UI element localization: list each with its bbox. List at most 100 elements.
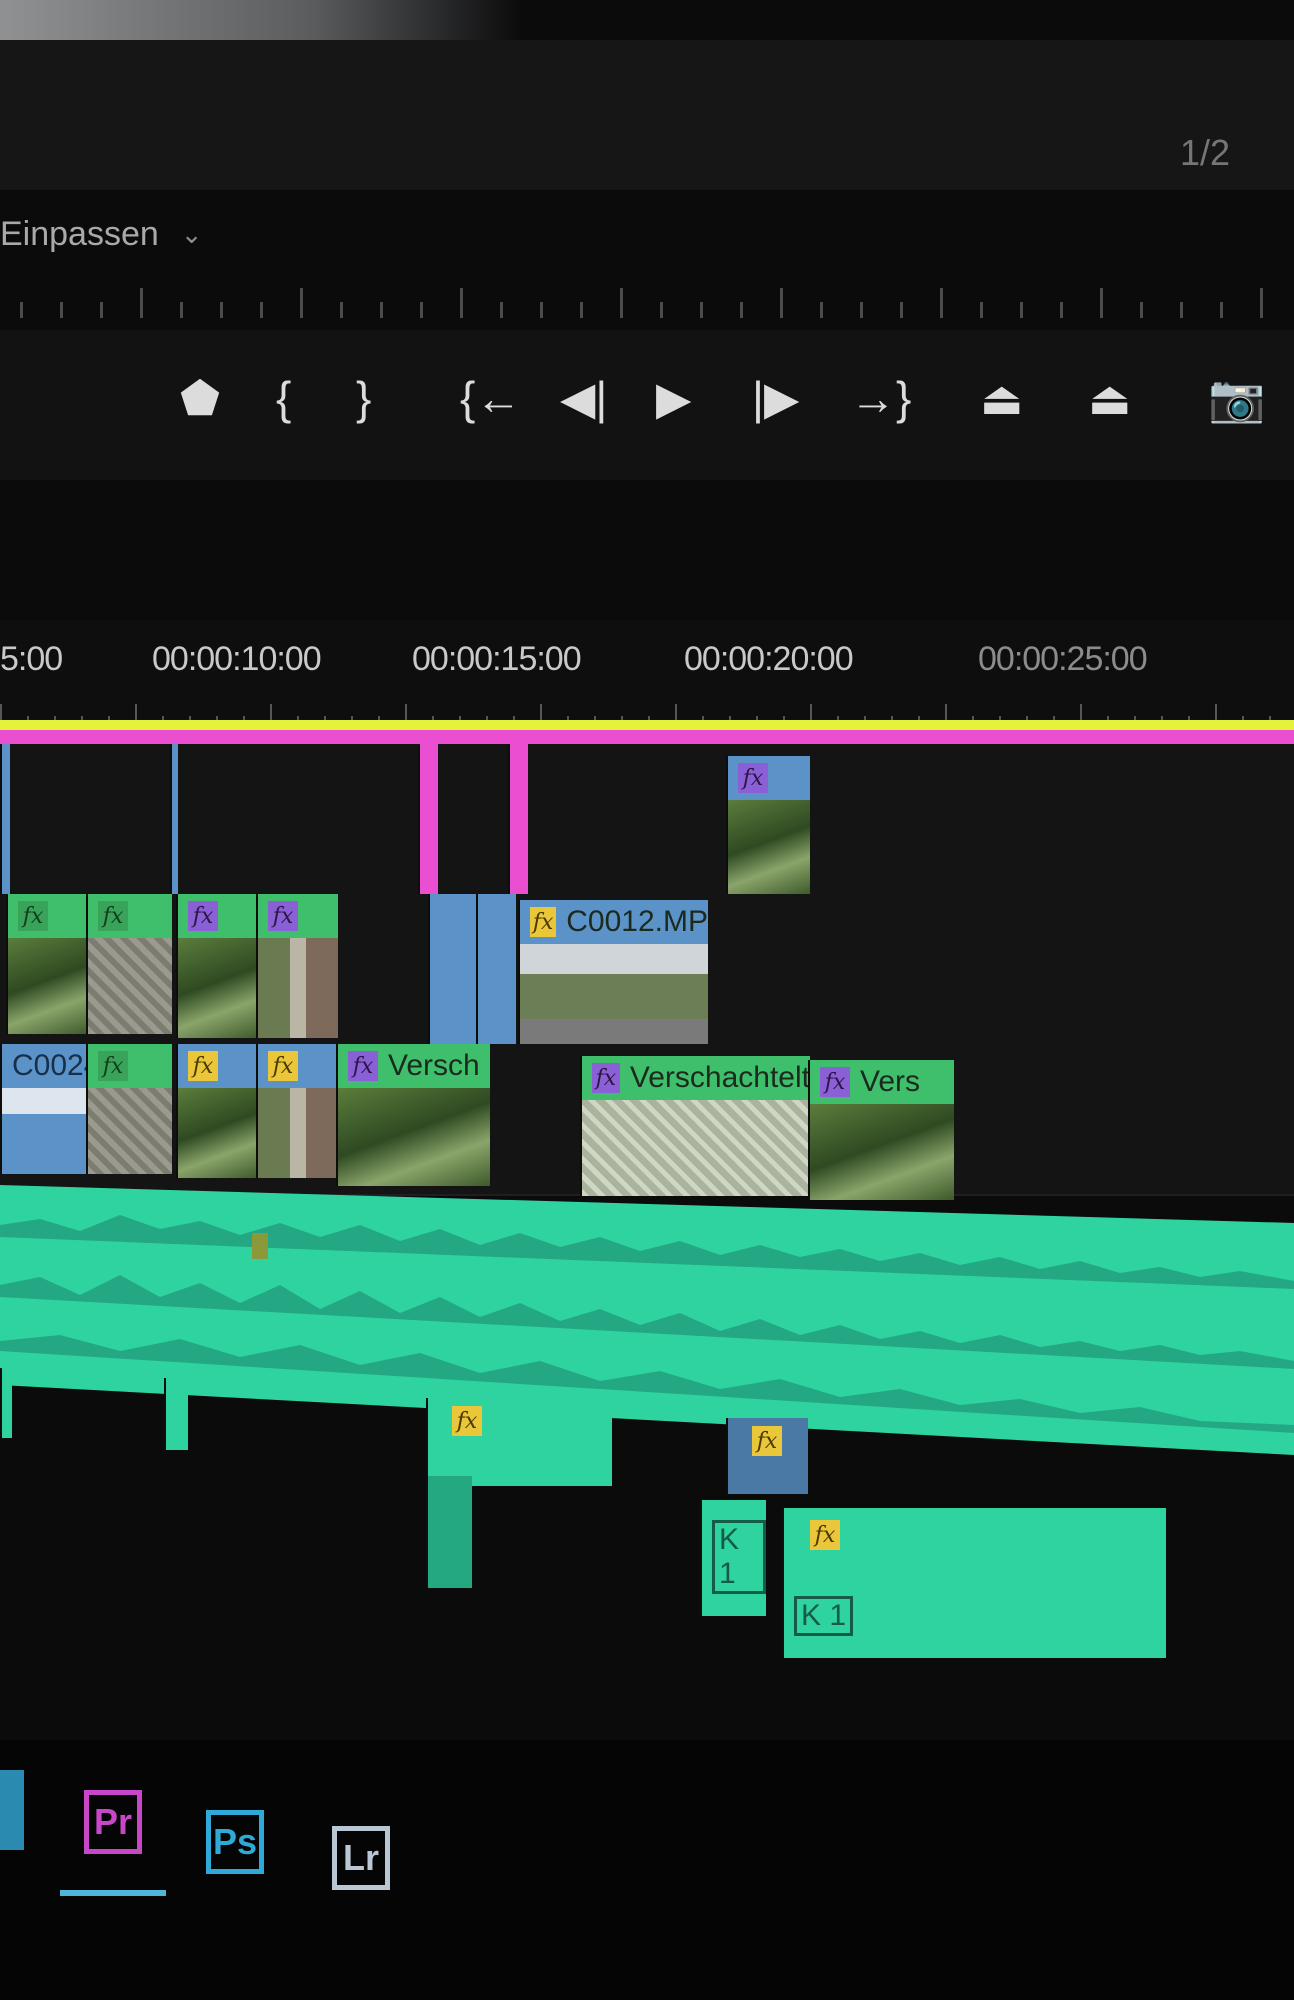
fx-badge: fx [752,1426,782,1456]
audio-track-main[interactable] [0,1185,1294,1455]
audio-clip[interactable] [426,1476,472,1588]
ruler-tick [20,302,23,318]
ruler-tick [860,302,863,318]
ruler-tick [1100,288,1103,318]
video-track-1[interactable]: C0024 fx fx fx fxVersch fxVerschachtelt … [0,1044,1294,1200]
audio-clip-k1[interactable]: fx K 1 [782,1508,1166,1658]
ruler-tick [700,302,703,318]
video-clip[interactable]: fx [86,894,172,1034]
clip-name: Versch [388,1049,480,1082]
export-frame-button[interactable]: 📷 [1208,375,1265,421]
fx-badge: fx [348,1051,378,1081]
video-clip[interactable] [170,744,178,894]
ruler-tick [820,302,823,318]
ruler-tick [940,288,943,318]
video-clip-c0024[interactable]: C0024 [0,1044,88,1174]
ruler-tick [100,302,103,318]
monitor-ruler[interactable] [0,258,1294,318]
play-button[interactable]: ▶ [656,375,691,421]
work-area-bar[interactable] [0,720,1294,730]
lightroom-label: Lr [343,1837,379,1878]
fx-badge: fx [452,1406,482,1436]
fx-badge: fx [530,907,557,937]
video-clip[interactable]: fx [726,756,810,894]
timecode-label: 00:00:20:00 [684,640,854,678]
adjustment-clip[interactable] [508,744,528,894]
video-clip[interactable]: fx [176,1044,258,1178]
clip-name: C0012.MP [566,905,708,938]
fx-badge: fx [810,1520,840,1550]
premiere-pro-label: Pr [93,1801,133,1842]
zoom-fit-label: Einpassen [0,214,159,253]
ruler-tick [780,288,783,318]
mark-out-button[interactable]: } [356,375,371,421]
photoshop-label: Ps [212,1821,258,1862]
nested-sequence-clip[interactable]: fx Verschachtelt [580,1056,810,1196]
video-clip[interactable] [0,744,10,894]
step-back-button[interactable]: ◀| [560,375,607,421]
video-clip-c0012[interactable]: fx C0012.MP [518,900,708,1044]
ruler-tick [620,288,623,318]
ruler-tick [260,302,263,318]
clip-thumbnail [178,938,258,1038]
fx-badge: fx [738,763,768,793]
fx-badge: fx [268,901,298,931]
window-top-glare [0,0,520,40]
video-clip[interactable]: fx [176,894,258,1038]
clip-name: K 1 [794,1596,854,1636]
clip-thumbnail [88,938,172,1034]
video-clip[interactable]: fx [6,894,88,1034]
video-clip[interactable]: fx [256,1044,338,1178]
video-clip[interactable]: fx [86,1044,172,1174]
audio-clip[interactable]: fx [726,1418,808,1494]
video-clip[interactable]: fx [256,894,338,1038]
program-monitor-area [0,40,1294,190]
ruler-tick [460,288,463,318]
step-forward-button[interactable]: |▶ [752,375,799,421]
ruler-tick [1180,302,1183,318]
ruler-tick [1140,302,1143,318]
go-to-in-button[interactable]: {← [460,375,521,421]
premiere-pro-app-icon[interactable]: Pr [84,1790,142,1854]
clip-thumbnail [8,938,88,1034]
video-track-3[interactable]: fx [0,744,1294,896]
ruler-tick [1060,302,1063,318]
resolution-dropdown[interactable]: 1/2 [1180,132,1230,174]
clip-thumbnail [2,1088,88,1114]
audio-clip[interactable]: fx [426,1398,612,1486]
timecode-label: 00:00:15:00 [412,640,582,678]
clip-thumbnail [338,1088,490,1186]
audio-clip-k1[interactable]: K 1 [700,1500,766,1616]
taskbar-app-tile[interactable] [0,1770,24,1850]
lift-button[interactable]: ⏏ [980,375,1023,421]
audio-keyframe[interactable] [252,1233,268,1259]
video-clip[interactable] [476,894,516,1044]
clip-thumbnail [88,1088,172,1174]
active-app-indicator [60,1890,166,1896]
photoshop-app-icon[interactable]: Ps [206,1810,264,1874]
video-track-2[interactable]: fx fx fx fx fx C0012.MP [0,894,1294,1046]
add-marker-button[interactable]: ⬟ [180,375,220,421]
ruler-tick [900,302,903,318]
clip-name: Verschachtelt [629,1061,810,1094]
clip-thumbnail [728,800,810,894]
video-clip[interactable] [428,894,478,1044]
audio-clip[interactable] [0,1368,12,1438]
playhead-range-bar[interactable] [0,730,1294,744]
fx-badge: fx [820,1067,850,1097]
go-to-out-button[interactable]: →} [850,375,911,421]
nested-sequence-clip[interactable]: fx Vers [808,1060,954,1200]
adjustment-clip[interactable] [418,744,438,894]
zoom-fit-dropdown[interactable]: Einpassen ⌄ [0,208,203,260]
ruler-tick [540,302,543,318]
fx-badge: fx [188,901,218,931]
mark-in-button[interactable]: { [276,375,291,421]
audio-clip[interactable] [164,1378,188,1450]
fx-badge: fx [592,1063,620,1093]
clip-name: C0024 [12,1049,88,1082]
lightroom-app-icon[interactable]: Lr [332,1826,390,1890]
nested-sequence-clip[interactable]: fx Versch [336,1044,490,1186]
fx-badge: fx [98,901,128,931]
clip-thumbnail [582,1100,810,1196]
extract-button[interactable]: ⏏ [1088,375,1131,421]
